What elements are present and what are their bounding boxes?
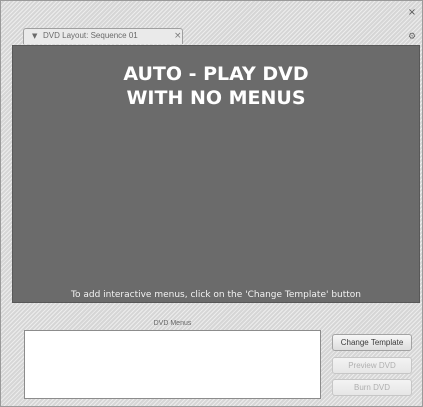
dvd-menus-label: DVD Menus [153, 320, 192, 327]
tab-dvd-layout-sequence[interactable]: ▼ DVD Layout: Sequence 01 × [23, 28, 183, 44]
tab-close-icon[interactable]: × [174, 31, 182, 41]
dvd-menus-list[interactable] [24, 330, 321, 399]
panel-header: × ▼ DVD Layout: Sequence 01 × ⚙ [1, 1, 422, 45]
dvd-preview-area: AUTO - PLAY DVD WITH NO MENUS To add int… [12, 45, 420, 303]
preview-title: AUTO - PLAY DVD WITH NO MENUS [13, 62, 419, 110]
preview-title-line-1: AUTO - PLAY DVD [123, 63, 309, 85]
preview-hint-text: To add interactive menus, click on the '… [71, 290, 361, 300]
preview-title-line-2: WITH NO MENUS [126, 87, 306, 109]
tab-label: DVD Layout: Sequence 01 [43, 31, 138, 40]
close-icon[interactable]: × [406, 7, 418, 19]
panel-menu-icon[interactable]: ⚙ [406, 31, 418, 43]
chevron-down-icon[interactable]: ▼ [32, 32, 37, 40]
change-template-button[interactable]: Change Template [332, 334, 412, 351]
preview-dvd-button: Preview DVD [332, 357, 412, 374]
dvd-layout-panel: × ▼ DVD Layout: Sequence 01 × ⚙ AUTO - P… [0, 0, 423, 407]
burn-dvd-button: Burn DVD [332, 379, 412, 396]
